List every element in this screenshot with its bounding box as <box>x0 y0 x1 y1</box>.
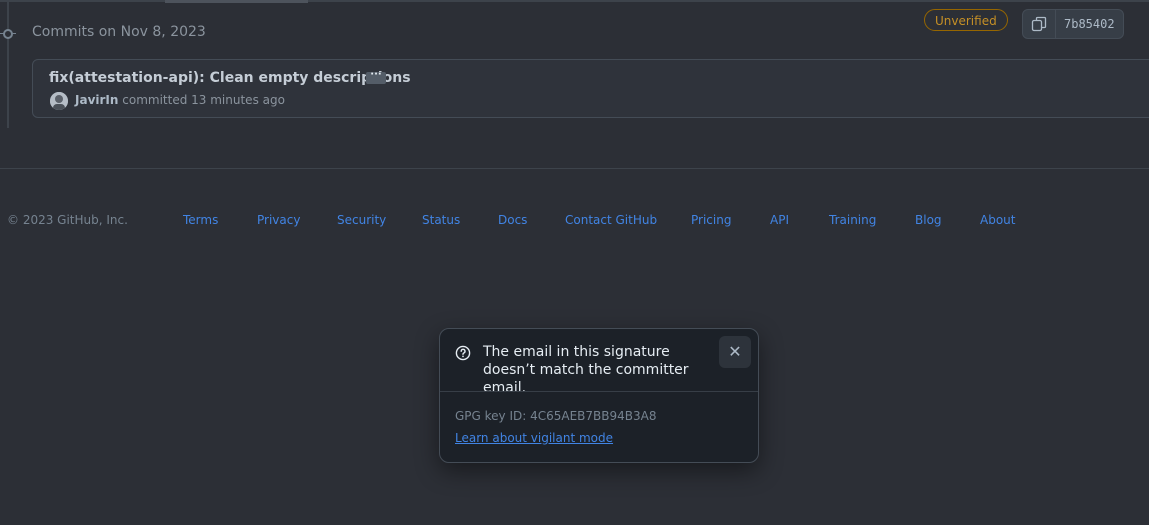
footer-link-security[interactable]: Security <box>337 213 386 227</box>
footer-divider <box>0 168 1149 169</box>
unverified-badge[interactable]: Unverified <box>924 9 1008 31</box>
sha-button-group: 7b85402 <box>1022 9 1124 39</box>
commit-row: fix(attestation-api): Clean empty descri… <box>32 59 1149 118</box>
footer-link-contact[interactable]: Contact GitHub <box>565 213 657 227</box>
author-link[interactable]: JavirIn <box>75 93 118 107</box>
commit-meta: JavirIn committed 13 minutes ago <box>75 93 285 107</box>
expand-description-button[interactable]: ··· <box>366 70 386 84</box>
signature-popover: The email in this signature doesn’t matc… <box>439 328 759 463</box>
footer-link-about[interactable]: About <box>980 213 1015 227</box>
gpg-key-id: GPG key ID: 4C65AEB7BB94B3A8 <box>455 409 657 423</box>
top-tab-indicator <box>165 0 308 3</box>
footer-copyright: © 2023 GitHub, Inc. <box>7 213 128 227</box>
close-icon: ✕ <box>728 342 742 361</box>
footer-link-privacy[interactable]: Privacy <box>257 213 300 227</box>
popover-message: The email in this signature doesn’t matc… <box>483 344 689 396</box>
commit-title-link[interactable]: fix(attestation-api): Clean empty descri… <box>49 70 411 86</box>
commit-time: 13 minutes ago <box>191 93 285 107</box>
footer-link-api[interactable]: API <box>770 213 789 227</box>
footer-link-status[interactable]: Status <box>422 213 460 227</box>
popover-separator <box>440 391 758 392</box>
popover-close-button[interactable]: ✕ <box>719 336 751 368</box>
timeline-line <box>7 0 9 128</box>
author-avatar[interactable] <box>50 92 68 110</box>
commit-action: committed <box>122 93 188 107</box>
footer-link-terms[interactable]: Terms <box>183 213 218 227</box>
question-icon <box>455 345 471 361</box>
commit-date-heading: Commits on Nov 8, 2023 <box>32 24 206 40</box>
footer-link-pricing[interactable]: Pricing <box>691 213 731 227</box>
commit-node-icon <box>3 29 13 39</box>
copy-icon <box>1031 16 1047 32</box>
footer-link-training[interactable]: Training <box>829 213 876 227</box>
commit-sha-link[interactable]: 7b85402 <box>1056 10 1123 38</box>
vigilant-mode-link[interactable]: Learn about vigilant mode <box>455 431 613 445</box>
footer-link-docs[interactable]: Docs <box>498 213 527 227</box>
footer-link-blog[interactable]: Blog <box>915 213 942 227</box>
copy-sha-button[interactable] <box>1023 10 1056 38</box>
page: Commits on Nov 8, 2023 fix(attestation-a… <box>0 0 1149 525</box>
